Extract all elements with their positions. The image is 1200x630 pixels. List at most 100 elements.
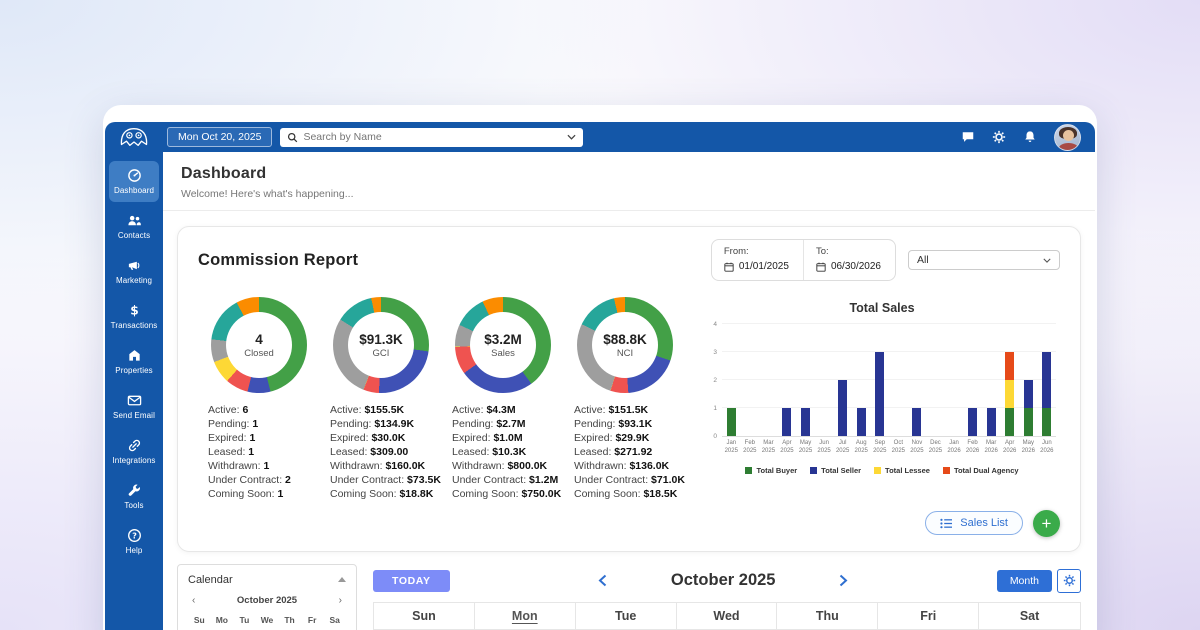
sidebar-item-help[interactable]: ?Help (109, 521, 159, 562)
page-title: Dashboard (181, 165, 1077, 183)
date-to-value: 06/30/2026 (831, 261, 881, 272)
x-axis-label: May2025 (796, 440, 815, 456)
main-content: Dashboard Welcome! Here's what's happeni… (163, 152, 1095, 630)
sidebar-item-integrations[interactable]: Integrations (109, 431, 159, 472)
stat-value: 1 (249, 432, 255, 444)
stat-value: $93.1K (618, 418, 652, 430)
prev-month-icon[interactable] (596, 572, 609, 589)
bar-segment (801, 408, 810, 436)
stat-value: $2.7M (496, 418, 525, 430)
mini-prev-month-button[interactable]: ‹ (188, 595, 199, 606)
y-axis-label: 2 (713, 377, 717, 384)
x-axis-label: Oct2025 (889, 440, 908, 456)
calendar-toolbar: TODAY October 2025 (373, 564, 1081, 602)
sidebar-item-transactions[interactable]: $Transactions (109, 296, 159, 337)
stat-value: $136.0K (629, 460, 669, 472)
next-month-icon[interactable] (837, 572, 850, 589)
sidebar-item-contacts[interactable]: Contacts (109, 206, 159, 247)
bar-column (963, 408, 982, 436)
sales-list-button[interactable]: Sales List (925, 511, 1023, 535)
integrations-icon (127, 438, 142, 453)
x-axis-label: Feb2026 (963, 440, 982, 456)
donut-chart-2: $91.3KGCIActive: $155.5KPending: $134.9K… (320, 297, 442, 502)
donut-charts: 4ClosedActive: 6Pending: 1Expired: 1Leas… (198, 297, 686, 502)
commission-report-title: Commission Report (198, 251, 358, 270)
user-avatar[interactable] (1054, 124, 1081, 151)
stat-row: Withdrawn: $800.0K (452, 460, 564, 474)
stat-label: Under Contract: (452, 474, 529, 486)
search-box[interactable] (280, 128, 583, 147)
donut-center: $3.2MSales (470, 312, 536, 378)
sidebar-item-dashboard[interactable]: Dashboard (109, 161, 159, 202)
mini-calendar-weekday: Mo (211, 615, 234, 625)
bar-segment (1024, 408, 1033, 436)
bar-segment (987, 408, 996, 436)
chat-icon[interactable] (961, 130, 975, 144)
bar-segment (857, 408, 866, 436)
stat-row: Expired: $30.0K (330, 432, 442, 446)
y-axis-label: 1 (713, 405, 717, 412)
agent-filter-select[interactable]: All (908, 250, 1060, 270)
search-input[interactable] (303, 131, 562, 143)
donut-center-value: $91.3K (359, 332, 403, 347)
sidebar-item-tools[interactable]: Tools (109, 476, 159, 517)
donut-center-value: 4 (255, 332, 263, 347)
date-from-field[interactable]: From: 01/01/2025 (712, 240, 804, 280)
bar-segment (727, 408, 736, 436)
y-axis-label: 0 (713, 433, 717, 440)
chevron-down-icon[interactable] (567, 134, 576, 140)
stat-value: $800.0K (507, 460, 547, 472)
donut-chart-1: 4ClosedActive: 6Pending: 1Expired: 1Leas… (198, 297, 320, 502)
date-to-field[interactable]: To: 06/30/2026 (804, 240, 895, 280)
sidebar-item-properties[interactable]: Properties (109, 341, 159, 382)
bar-segment (968, 408, 977, 436)
donut-ring: $3.2MSales (455, 297, 551, 393)
sidebar-item-label: Properties (115, 366, 152, 375)
mini-next-month-button[interactable]: › (335, 595, 346, 606)
add-button[interactable]: + (1033, 510, 1060, 537)
donut-center: $91.3KGCI (348, 312, 414, 378)
calendar-weekday-tue: Tue (576, 603, 677, 629)
month-view-button[interactable]: Month (997, 570, 1052, 592)
collapse-icon[interactable] (338, 577, 346, 582)
stat-label: Active: (208, 404, 242, 416)
commission-card-footer: Sales List + (198, 510, 1060, 537)
sidebar-item-label: Transactions (111, 321, 158, 330)
stat-label: Withdrawn: (574, 460, 629, 472)
date-button[interactable]: Mon Oct 20, 2025 (167, 127, 272, 147)
mini-calendar-weekday: Sa (323, 615, 346, 625)
stat-row: Active: $155.5K (330, 404, 442, 418)
app-logo-owl-icon[interactable] (105, 126, 163, 148)
bell-icon[interactable] (1023, 130, 1037, 144)
app-frame: Mon Oct 20, 2025 (105, 122, 1095, 630)
bar-stack (1005, 352, 1014, 436)
gear-icon[interactable] (992, 130, 1006, 144)
stat-value: $151.5K (608, 404, 648, 416)
stat-row: Pending: 1 (208, 418, 320, 432)
x-axis-label: Apr2026 (1000, 440, 1019, 456)
bar-column (833, 380, 852, 436)
today-button[interactable]: TODAY (373, 570, 450, 592)
stat-row: Leased: $271.92 (574, 446, 686, 460)
stat-row: Coming Soon: $750.0K (452, 488, 564, 502)
stat-row: Leased: 1 (208, 446, 320, 460)
sidebar-item-label: Send Email (113, 411, 155, 420)
bar-column (1000, 352, 1019, 436)
legend-swatch (745, 467, 752, 474)
x-axis-label: Mar2026 (982, 440, 1001, 456)
legend-label: Total Lessee (885, 466, 930, 475)
bar-segment (782, 408, 791, 436)
sidebar-item-send-email[interactable]: Send Email (109, 386, 159, 427)
sidebar-item-marketing[interactable]: Marketing (109, 251, 159, 292)
calendar-weekday-thu: Thu (777, 603, 878, 629)
bar-segment (838, 380, 847, 436)
bar-chart-x-axis: Jan2025Feb2025Mar2025Apr2025May2025Jun20… (722, 440, 1056, 456)
stat-value: $309.00 (370, 446, 408, 458)
date-to-label: To: (816, 246, 881, 257)
sidebar-item-label: Help (126, 546, 143, 555)
calendar-settings-button[interactable] (1057, 569, 1081, 593)
mini-calendar-weekday: Tu (233, 615, 256, 625)
mini-calendar: Calendar ‹ October 2025 › SuMoTuWeThFrSa… (177, 564, 357, 630)
donut-center-label: Closed (244, 348, 274, 359)
commission-card-body: 4ClosedActive: 6Pending: 1Expired: 1Leas… (198, 297, 1060, 502)
